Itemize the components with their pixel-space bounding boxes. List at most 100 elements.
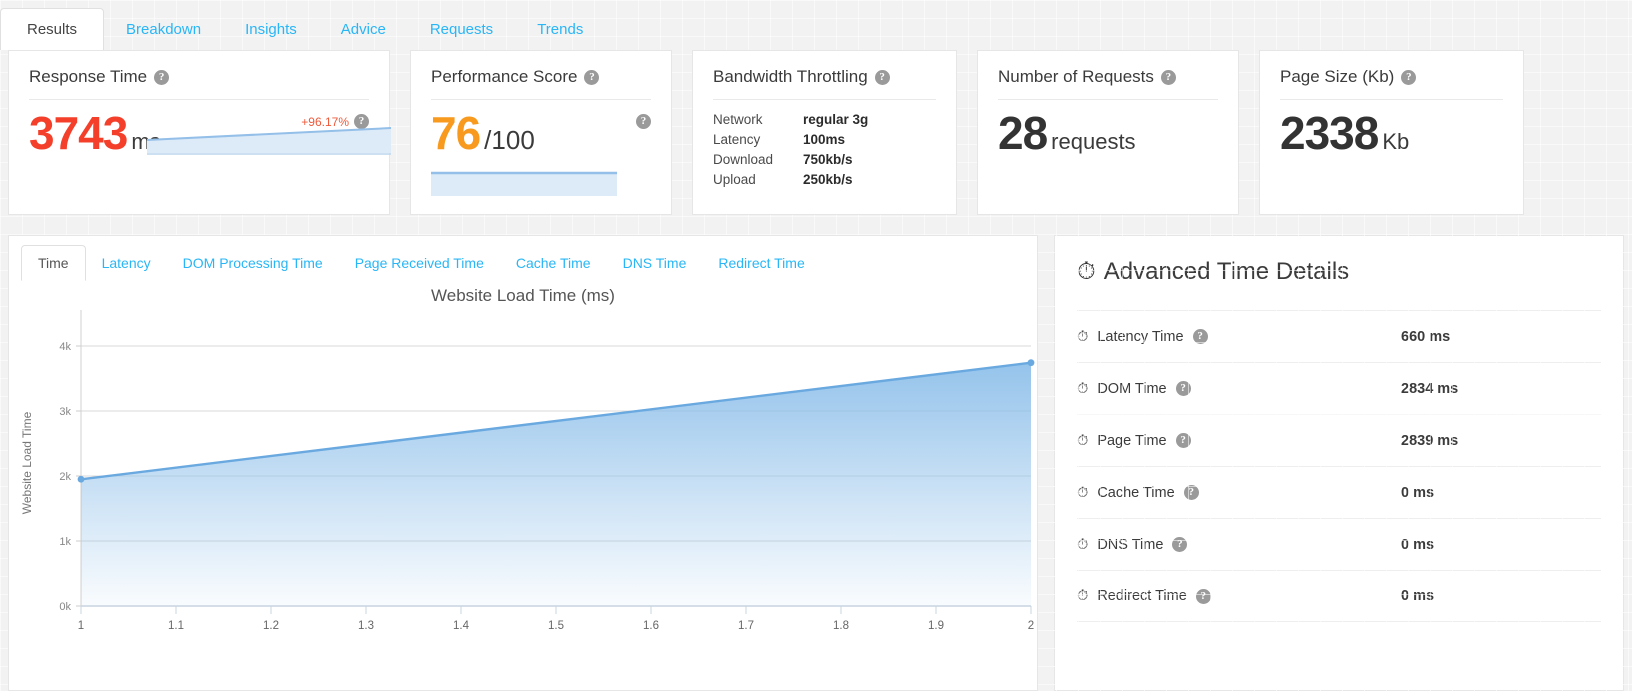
svg-text:4k: 4k [59, 341, 71, 353]
page-size-unit: Kb [1382, 129, 1410, 154]
help-icon[interactable]: ? [1175, 381, 1191, 396]
detail-value: 0 ms [1401, 484, 1435, 501]
chart-tabs: Time Latency DOM Processing Time Page Recei… [9, 236, 1037, 281]
help-icon[interactable]: ? [1183, 485, 1199, 500]
detail-row: ⏱ DNS Time? 0 ms [1077, 518, 1601, 570]
chart-tab-redirect-time[interactable]: Redirect Time [702, 246, 820, 280]
help-icon[interactable]: ? [1172, 537, 1188, 552]
chart-panel: Time Latency DOM Processing Time Page Recei… [8, 235, 1038, 691]
svg-text:1.9: 1.9 [928, 620, 944, 632]
svg-text:1.8: 1.8 [833, 620, 849, 632]
response-time-sparkline [147, 127, 391, 155]
clock-icon: ⏱ [1077, 380, 1089, 397]
detail-label-group: ⏱ DOM Time? [1077, 381, 1191, 397]
detail-value: 0 ms [1401, 588, 1435, 604]
detail-value: 2834 ms [1401, 380, 1459, 397]
detail-value: 660 ms [1401, 328, 1451, 345]
detail-label-group: ⏱ Page Time? [1077, 433, 1191, 449]
detail-label: DOM Time [1097, 380, 1167, 397]
top-tab-trends[interactable]: Trends [515, 10, 605, 50]
detail-label: Cache Time [1097, 484, 1175, 501]
help-icon[interactable]: ? [1195, 588, 1211, 604]
bandwidth-value: 750kb/s [803, 152, 853, 167]
chart-tab-page-received-time[interactable]: Page Received Time [339, 246, 500, 280]
bandwidth-row: Latency 100ms [713, 130, 936, 150]
detail-label-group: ⏱ Latency Time? [1077, 329, 1208, 345]
card-title-text: Performance Score [431, 67, 578, 86]
bandwidth-rows: Network regular 3g Latency 100ms Download 750… [713, 110, 936, 190]
svg-text:Website Load Time: Website Load Time [20, 411, 34, 514]
detail-label-group: ⏱ DNS Time? [1077, 536, 1188, 553]
help-icon[interactable]: ? [1175, 433, 1191, 448]
response-time-value: 3743 [29, 107, 128, 159]
svg-text:1: 1 [78, 620, 84, 632]
top-tab-advice[interactable]: Advice [319, 10, 408, 50]
svg-text:3k: 3k [59, 406, 71, 418]
bandwidth-row: Download 750kb/s [713, 150, 936, 170]
chart-area: 0k 1k 2k 3k 4k 1 1.1 1.2 1.3 1.4 1.5 1.6 1.7 1.8 1.9 2 W… [9, 306, 1037, 666]
clock-icon: ⏱ [1077, 258, 1096, 285]
chart-tab-cache-time[interactable]: Cache Time [500, 246, 607, 280]
detail-label: Latency Time [1097, 328, 1184, 345]
performance-score-unit: /100 [484, 125, 535, 155]
svg-text:1.4: 1.4 [453, 620, 470, 632]
detail-label: Redirect Time [1097, 588, 1187, 604]
requests-unit: requests [1051, 129, 1136, 154]
performance-score-value: 76 [431, 107, 481, 159]
top-tab-requests[interactable]: Requests [408, 10, 515, 50]
detail-label-group: ⏱ Redirect Time? [1077, 588, 1211, 604]
card-performance-score: Performance Score ? 76 /100 ? [410, 50, 672, 215]
top-tab-results[interactable]: Results [0, 8, 105, 50]
page-size-value: 2338 [1280, 107, 1379, 159]
chart-tab-latency[interactable]: Latency [86, 246, 167, 280]
card-number-of-requests: Number of Requests ? 28 requests [977, 50, 1239, 215]
help-icon[interactable]: ? [636, 114, 651, 129]
help-icon[interactable]: ? [1192, 329, 1208, 344]
detail-label: DNS Time [1097, 536, 1164, 553]
chart-tab-dom-processing-time[interactable]: DOM Processing Time [167, 246, 339, 280]
performance-score-bar [431, 171, 617, 196]
detail-row: ⏱ Page Time? 2839 ms [1077, 414, 1601, 466]
detail-value: 2839 ms [1401, 432, 1459, 449]
lower-section: Time Latency DOM Processing Time Page Recei… [0, 215, 1632, 691]
top-tab-insights[interactable]: Insights [223, 10, 319, 50]
help-icon[interactable]: ? [874, 69, 890, 85]
value-row: 2338 Kb [1280, 110, 1503, 156]
top-tabs: Results Breakdown Insights Advice Requests Tr… [0, 0, 1632, 50]
card-page-size: Page Size (Kb) ? 2338 Kb [1259, 50, 1524, 215]
details-title: ⏱ Advanced Time Details [1077, 258, 1601, 286]
help-icon[interactable]: ? [584, 69, 600, 85]
svg-text:2k: 2k [59, 471, 71, 483]
details-title-text: Advanced Time Details [1103, 258, 1350, 285]
help-icon[interactable]: ? [1160, 69, 1176, 85]
card-title-text: Number of Requests [998, 67, 1154, 86]
chart-title: Website Load Time (ms) [431, 286, 615, 305]
svg-text:1.5: 1.5 [548, 620, 564, 632]
svg-text:1.7: 1.7 [738, 620, 754, 632]
performance-score-help: ? [636, 114, 651, 129]
requests-value: 28 [998, 107, 1048, 159]
chart-tab-dns-time[interactable]: DNS Time [607, 246, 703, 280]
card-title-bandwidth: Bandwidth Throttling ? [713, 67, 936, 100]
value-row: 28 requests [998, 110, 1218, 156]
help-icon[interactable]: ? [154, 69, 170, 85]
svg-text:1.1: 1.1 [168, 620, 184, 632]
help-icon[interactable]: ? [1401, 69, 1417, 85]
detail-label-group: ⏱ Cache Time? [1077, 485, 1199, 501]
detail-label: Page Time [1097, 432, 1167, 449]
chart-tab-time[interactable]: Time [21, 245, 86, 281]
clock-icon: ⏱ [1077, 432, 1089, 449]
card-body: 28 requests [998, 110, 1218, 156]
card-title-text: Page Size (Kb) [1280, 67, 1395, 86]
detail-row: ⏱ Latency Time? 660 ms [1077, 310, 1601, 362]
svg-text:1.2: 1.2 [263, 620, 279, 632]
bandwidth-key: Network [713, 112, 763, 127]
top-tab-bar: Results Breakdown Insights Advice Requests Tr… [0, 0, 1632, 50]
bandwidth-value: 100ms [803, 132, 846, 147]
metric-cards-row: Response Time ? 3743 ms +96.17% ? Perfor… [0, 50, 1632, 215]
card-title-requests: Number of Requests ? [998, 67, 1218, 100]
top-tab-breakdown[interactable]: Breakdown [104, 10, 223, 50]
detail-row: ⏱ Redirect Time? 0 ms [1077, 570, 1601, 622]
svg-text:1k: 1k [59, 536, 71, 548]
clock-icon: ⏱ [1077, 588, 1089, 604]
